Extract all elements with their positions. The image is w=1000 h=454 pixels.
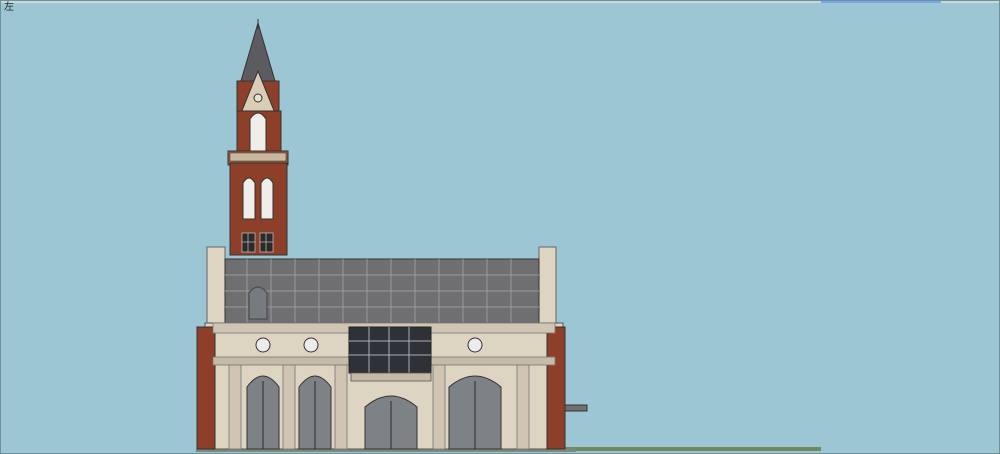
- roof-glazing: [224, 258, 540, 326]
- modeling-viewport[interactable]: 左: [0, 0, 1000, 454]
- bell-tower-icon: [227, 110, 289, 256]
- arched-window-icon: [242, 177, 256, 220]
- building-elevation[interactable]: [1, 1, 1000, 454]
- clock-icon: [253, 93, 263, 103]
- side-extension: [564, 404, 588, 412]
- left-pier: [206, 246, 226, 328]
- right-pier: [538, 246, 557, 328]
- spire-icon: [236, 19, 280, 114]
- main-facade: [196, 322, 566, 450]
